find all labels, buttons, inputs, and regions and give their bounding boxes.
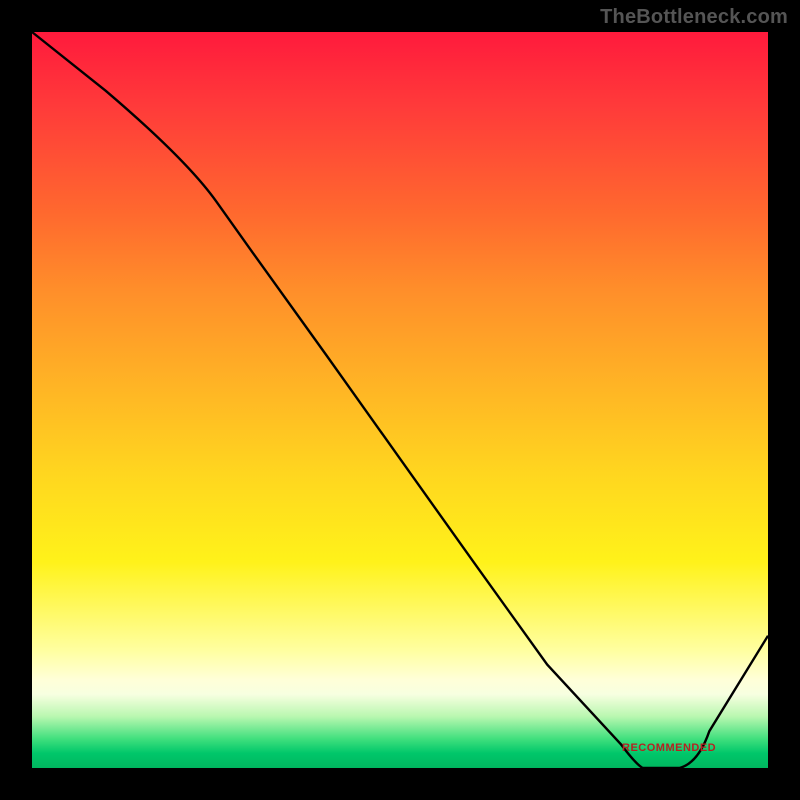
recommended-label: RECOMMENDED: [622, 742, 716, 754]
chart-container: TheBottleneck.com RECOMMENDED: [0, 0, 800, 800]
plot-area: RECOMMENDED: [30, 30, 770, 770]
line-overlay: [32, 32, 768, 768]
watermark-text: TheBottleneck.com: [600, 6, 788, 29]
bottleneck-curve-path: [32, 32, 768, 768]
